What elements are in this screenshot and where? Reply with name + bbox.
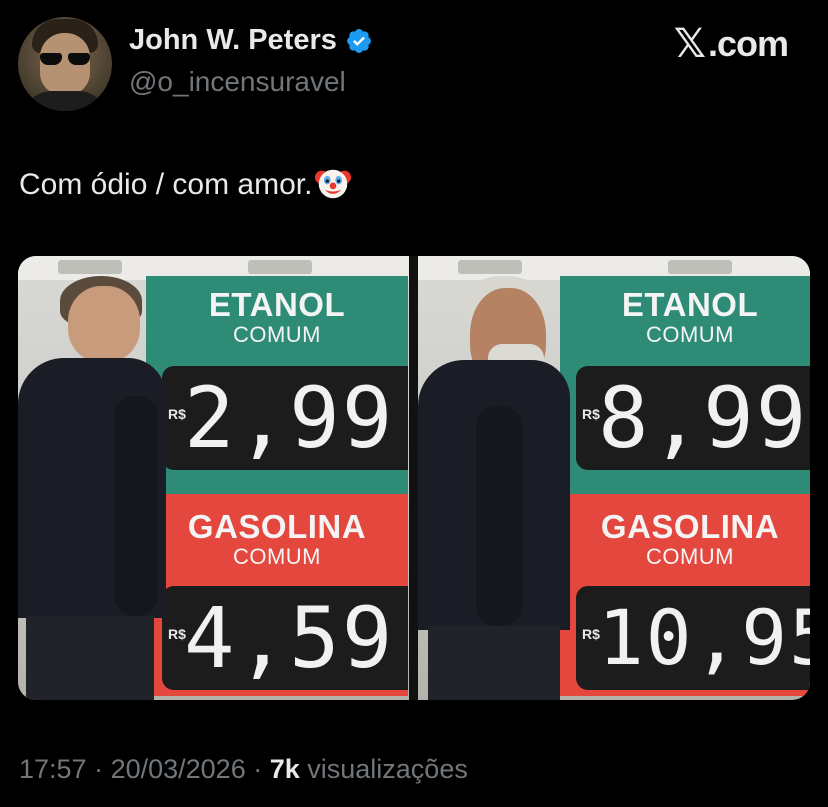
etanol-panel: ETANOL COMUM R$ 8,99	[560, 276, 810, 494]
x-logo-domain: .com	[707, 23, 789, 64]
avatar-sunglasses	[40, 53, 90, 65]
gasolina-panel: GASOLINA COMUM R$ 4,59	[146, 494, 408, 696]
etanol-price-display: R$ 2,99	[162, 366, 408, 470]
media-image-right[interactable]: ETANOL COMUM R$ 8,99 GASOLINA COMUM R$ 1…	[418, 256, 810, 700]
views-count: 7k	[269, 754, 300, 784]
gasolina-sub-label: COMUM	[232, 544, 322, 569]
gasolina-sub-label: COMUM	[645, 544, 735, 569]
meta-separator: ·	[86, 754, 111, 784]
gasolina-price-display: R$ 4,59	[162, 586, 408, 690]
gasolina-panel: GASOLINA COMUM R$ 10,95	[560, 494, 810, 696]
tweet-date[interactable]: 20/03/2026	[111, 754, 246, 784]
tweet-text: Com ódio / com amor.	[19, 168, 352, 202]
author-avatar[interactable]	[18, 17, 112, 111]
gasolina-price: 4,59	[184, 589, 395, 687]
price-sign-left: ETANOL COMUM R$ 2,99 GASOLINA COMUM R$ 4…	[146, 276, 408, 696]
gasolina-label: GASOLINA	[187, 508, 367, 545]
etanol-label: ETANOL	[208, 286, 346, 323]
etanol-label: ETANOL	[621, 286, 759, 323]
etanol-price: 8,99	[598, 369, 809, 467]
tweet-media[interactable]: ETANOL COMUM R$ 2,99 GASOLINA COMUM R$ 4…	[18, 256, 810, 700]
price-sign-right: ETANOL COMUM R$ 8,99 GASOLINA COMUM R$ 1…	[560, 276, 810, 696]
meta-separator: ·	[245, 754, 270, 784]
media-image-left[interactable]: ETANOL COMUM R$ 2,99 GASOLINA COMUM R$ 4…	[18, 256, 409, 700]
etanol-price-display: R$ 8,99	[576, 366, 810, 470]
gasolina-label: GASOLINA	[600, 508, 780, 545]
gasolina-price: 10,95	[598, 593, 810, 682]
author-name-row: John W. Peters	[129, 24, 373, 57]
gasolina-price-display: R$ 10,95	[576, 586, 810, 690]
author-display-name[interactable]: John W. Peters	[129, 24, 337, 57]
x-logo-mark-icon: 𝕏	[673, 22, 706, 66]
etanol-price: 2,99	[184, 369, 395, 467]
tweet-text-content: Com ódio / com amor.	[19, 168, 313, 201]
views-label: visualizações	[299, 754, 468, 784]
tweet-time[interactable]: 17:57	[19, 754, 87, 784]
author-handle[interactable]: @o_incensuravel	[129, 66, 346, 98]
etanol-sub-label: COMUM	[645, 322, 735, 347]
x-logo: 𝕏 .com	[673, 22, 789, 66]
etanol-sub-label: COMUM	[232, 322, 322, 347]
clown-face-icon	[315, 169, 352, 199]
etanol-panel: ETANOL COMUM R$ 2,99	[146, 276, 408, 494]
verified-badge-icon	[346, 28, 371, 53]
tweet-meta: 17:57 · 20/03/2026 · 7k visualizações	[19, 754, 468, 785]
avatar-shirt	[22, 91, 108, 111]
